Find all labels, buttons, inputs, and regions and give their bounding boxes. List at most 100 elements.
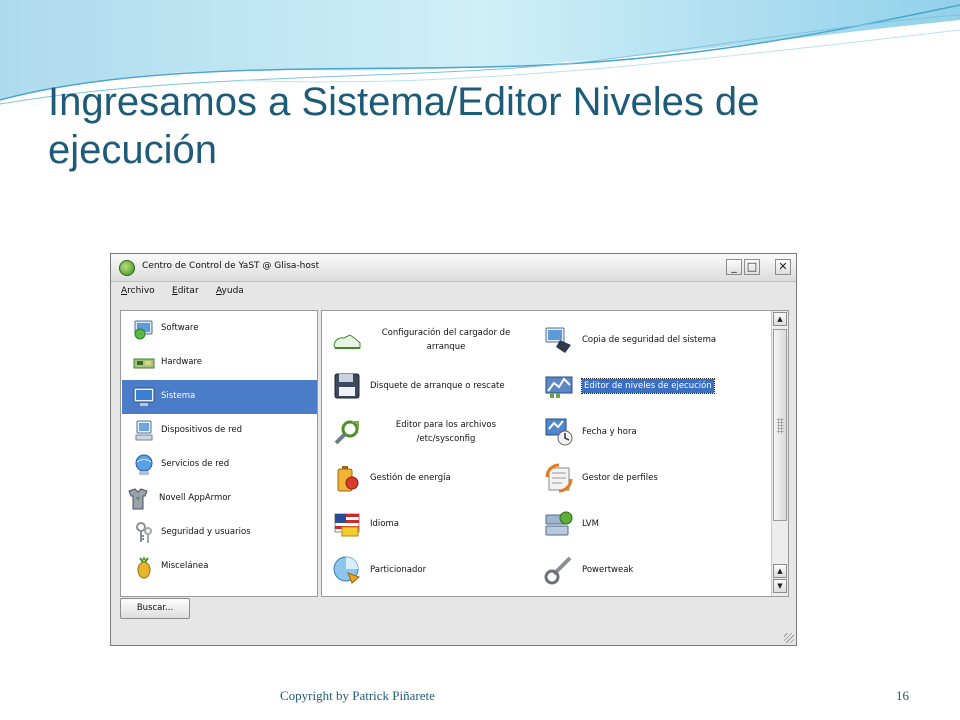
category-label: Sistema xyxy=(161,391,196,401)
category-label: Dispositivos de red xyxy=(161,425,243,435)
scroll-up-button-lower[interactable]: ▲ xyxy=(773,564,787,578)
module-label-text: Copia de seguridad del sistema xyxy=(582,335,717,345)
powertweak-icon xyxy=(544,556,572,585)
menu-ayuda[interactable]: Ayuda xyxy=(216,286,244,296)
module-label-line-1: Editor para los archivos xyxy=(395,420,497,430)
category-label: Seguridad y usuarios xyxy=(161,527,251,537)
search-button[interactable]: Buscar... xyxy=(120,598,190,619)
module-label-text: Gestor de perfiles xyxy=(582,473,658,483)
slide-footer: Copyright by Patrick Piñarete xyxy=(280,688,435,703)
category-label: Novell AppArmor xyxy=(159,493,231,503)
pineapple-icon xyxy=(137,556,151,579)
module-label-line-2: /etc/sysconfig xyxy=(416,434,476,444)
partitioner-disk-icon xyxy=(333,556,360,584)
module-label: Particionador xyxy=(370,551,525,589)
software-icon xyxy=(134,320,153,340)
module-power-management[interactable]: Gestión de energía xyxy=(332,459,532,497)
module-boot-loader[interactable]: Configuración del cargador de arranque xyxy=(332,321,532,359)
module-label: Copia de seguridad del sistema xyxy=(582,321,737,359)
hardware-icon xyxy=(133,358,155,369)
close-button[interactable]: ✕ xyxy=(775,259,791,275)
module-label: Idioma xyxy=(370,505,525,543)
category-label: Miscelánea xyxy=(161,561,209,571)
scroll-down-button[interactable]: ▼ xyxy=(773,579,787,593)
module-label: Gestor de perfiles xyxy=(582,459,737,497)
boot-loader-shoe-icon xyxy=(333,334,361,349)
module-system-backup[interactable]: Copia de seguridad del sistema xyxy=(544,321,744,359)
category-seguridad-usuarios[interactable]: Seguridad y usuarios xyxy=(122,516,317,550)
window-title: Centro de Control de YaST @ Glisa-host xyxy=(142,261,320,271)
menu-archivo-label: rchivo xyxy=(127,286,155,296)
scroll-thumb[interactable] xyxy=(773,329,787,521)
module-profile-manager[interactable]: Gestor de perfiles xyxy=(544,459,744,497)
yast-app-icon xyxy=(119,260,135,276)
language-flag-icon xyxy=(334,513,360,537)
module-language[interactable]: Idioma xyxy=(332,505,532,543)
lvm-icon xyxy=(545,511,573,536)
network-services-icon xyxy=(135,454,153,475)
apparmor-icon xyxy=(128,488,148,510)
module-boot-floppy[interactable]: Disquete de arranque o rescate xyxy=(332,367,532,405)
window-resize-grip[interactable] xyxy=(784,633,794,643)
module-label: Fecha y hora xyxy=(582,413,737,451)
module-label-line-1: Configuración del cargador de xyxy=(381,328,511,338)
menu-ayuda-label: yuda xyxy=(221,286,244,296)
module-date-time[interactable]: Fecha y hora xyxy=(544,413,744,451)
backup-icon xyxy=(545,327,571,353)
floppy-disk-icon xyxy=(334,373,360,399)
slide-title: Ingresamos a Sistema/Editor Niveles de e… xyxy=(48,78,908,174)
module-label-line-1: Particionador xyxy=(370,565,427,575)
module-lvm[interactable]: LVM xyxy=(544,505,744,543)
menu-archivo[interactable]: Archivo xyxy=(121,286,155,296)
category-list: Software Hardware Sistema Dispositivos d… xyxy=(120,310,318,597)
category-label: Servicios de red xyxy=(161,459,230,469)
network-devices-icon xyxy=(135,420,153,441)
users-keys-icon xyxy=(136,522,152,543)
category-sistema[interactable]: Sistema xyxy=(122,380,317,414)
category-hardware[interactable]: Hardware xyxy=(122,346,317,380)
menubar: Archivo Editar Ayuda xyxy=(111,282,796,302)
category-apparmor[interactable]: Novell AppArmor xyxy=(122,482,317,516)
module-powertweak[interactable]: Powertweak xyxy=(544,551,744,589)
module-label: Editor para los archivos/etc/sysconfig xyxy=(366,413,526,451)
module-label-text: Editor de niveles de ejecución xyxy=(581,378,715,394)
module-label: LVM xyxy=(582,505,737,543)
module-sysconfig-editor[interactable]: Editor para los archivos/etc/sysconfig xyxy=(332,413,532,451)
module-label-text: Fecha y hora xyxy=(582,427,637,437)
module-label: Gestión de energía xyxy=(370,459,525,497)
menu-editar[interactable]: Editar xyxy=(172,286,199,296)
module-label-text: LVM xyxy=(582,519,599,529)
slide-title-line-2: ejecución xyxy=(48,128,218,172)
slide-title-line-1: Ingresamos a Sistema/Editor Niveles de xyxy=(48,80,760,124)
minimize-button[interactable]: _ xyxy=(726,259,742,275)
module-scrollbar[interactable]: ▲ ▲ ▼ xyxy=(771,311,788,596)
runlevel-editor-icon xyxy=(545,376,573,398)
sysconfig-editor-icon xyxy=(334,420,359,445)
slide-page-number: 16 xyxy=(896,688,909,703)
category-label: Hardware xyxy=(161,357,203,367)
module-label-text: Powertweak xyxy=(582,565,634,575)
module-runlevel-editor[interactable]: Editor de niveles de ejecución xyxy=(544,367,744,405)
system-monitor-icon xyxy=(133,387,155,406)
yast-control-center-window: Centro de Control de YaST @ Glisa-host _… xyxy=(110,253,797,646)
category-label: Software xyxy=(161,323,199,333)
module-label: Configuración del cargador de arranque xyxy=(366,321,526,359)
date-time-icon xyxy=(545,418,573,446)
window-titlebar[interactable]: Centro de Control de YaST @ Glisa-host _… xyxy=(111,254,796,282)
scroll-up-button[interactable]: ▲ xyxy=(773,312,787,326)
profile-manager-icon xyxy=(545,463,573,493)
module-label: Disquete de arranque o rescate xyxy=(370,367,525,405)
module-partitioner[interactable]: Particionador xyxy=(332,551,532,589)
scroll-thumb-grip xyxy=(777,418,784,434)
module-label: Powertweak xyxy=(582,551,737,589)
maximize-button[interactable]: □ xyxy=(744,259,760,275)
module-grid: Configuración del cargador de arranque Di… xyxy=(321,310,789,597)
category-servicios-red[interactable]: Servicios de red xyxy=(122,448,317,482)
power-battery-icon xyxy=(337,466,359,492)
module-label-line-2: arranque xyxy=(426,342,466,352)
module-label-line-1: Disquete de arranque o rescate xyxy=(370,381,505,391)
menu-editar-label: ditar xyxy=(177,286,199,296)
category-software[interactable]: Software xyxy=(122,312,317,346)
category-dispositivos-red[interactable]: Dispositivos de red xyxy=(122,414,317,448)
category-miscelanea[interactable]: Miscelánea xyxy=(122,550,317,584)
